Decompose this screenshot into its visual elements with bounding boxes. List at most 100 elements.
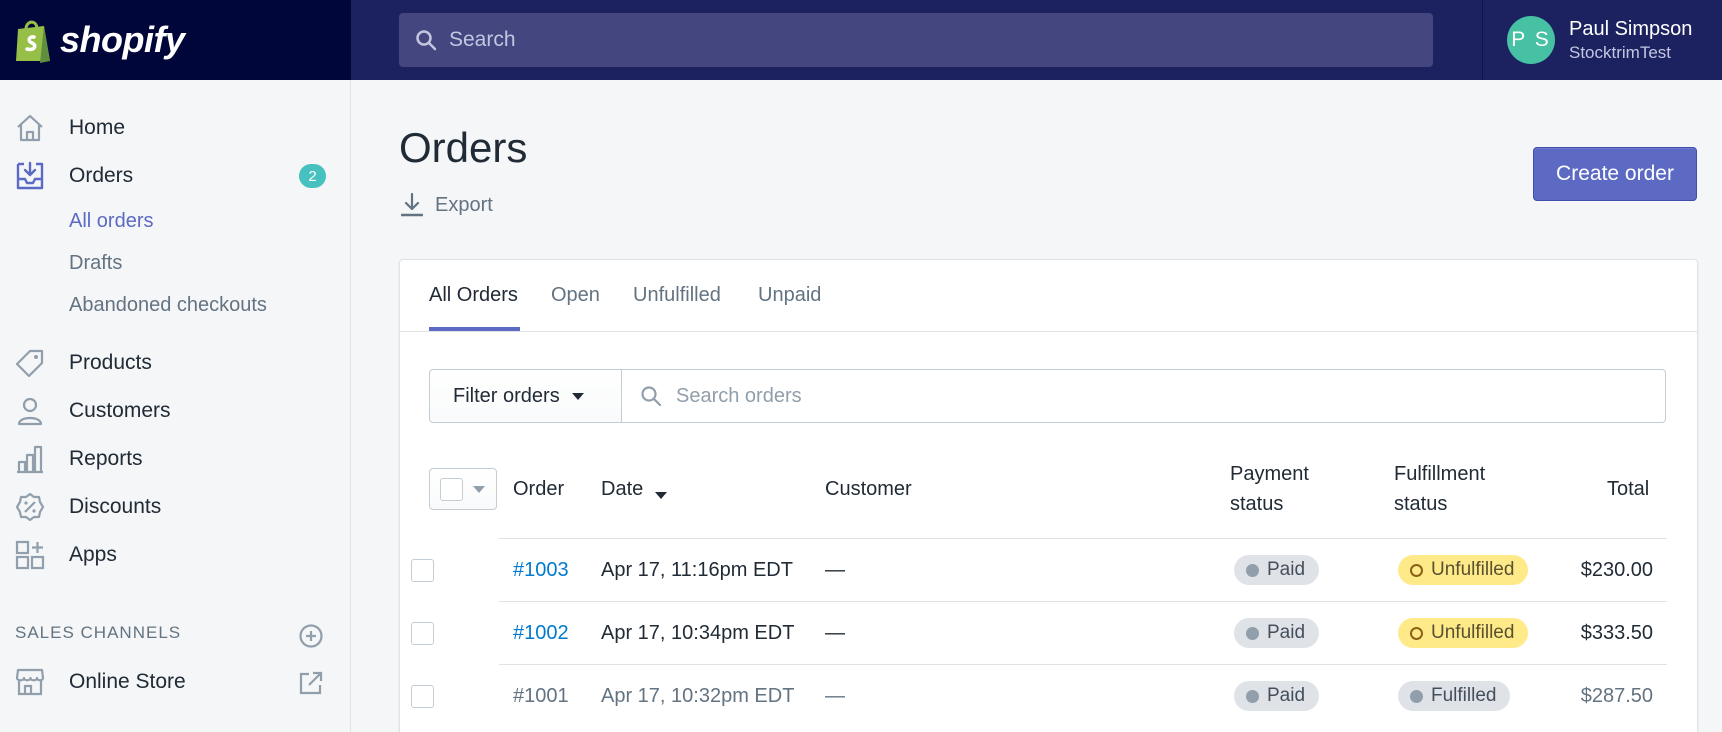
- shopify-bag-icon: [16, 20, 50, 63]
- sidebar-item-label: Orders: [69, 164, 134, 187]
- order-date: Apr 17, 11:16pm EDT: [601, 559, 793, 581]
- row-checkbox[interactable]: [411, 622, 434, 645]
- header-line: Fulfillment: [1394, 463, 1486, 485]
- order-total: $230.00: [1580, 559, 1653, 581]
- fulfillment-status-badge: Unfulfilled: [1398, 618, 1529, 648]
- export-button[interactable]: Export: [399, 192, 493, 218]
- tab-open[interactable]: Open: [551, 284, 600, 307]
- payment-status-badge: Paid: [1234, 618, 1320, 648]
- avatar: P S: [1507, 16, 1555, 64]
- sidebar-item-home[interactable]: Home: [0, 106, 351, 150]
- add-sales-channel-icon[interactable]: [298, 623, 324, 654]
- table-row[interactable]: #1001 Apr 17, 10:32pm EDT — Paid Fulfill…: [411, 664, 1667, 727]
- status-dot: [1246, 689, 1259, 703]
- order-customer: —: [825, 622, 845, 644]
- logo-text: shopify: [60, 19, 185, 60]
- person-icon: [14, 395, 46, 427]
- caret-down-icon: [473, 486, 485, 493]
- order-number-link[interactable]: #1002: [513, 622, 569, 645]
- shopify-logo[interactable]: shopify: [0, 0, 351, 80]
- fulfillment-status-badge: Unfulfilled: [1398, 555, 1529, 585]
- order-date: Apr 17, 10:34pm EDT: [601, 622, 795, 644]
- download-icon: [401, 192, 423, 217]
- order-customer: —: [825, 559, 845, 581]
- sidebar-subitem-abandoned-checkouts[interactable]: Abandoned checkouts: [69, 294, 267, 317]
- search-orders-input[interactable]: Search orders: [622, 369, 1666, 423]
- tab-all-orders[interactable]: All Orders: [429, 284, 518, 307]
- page-title: Orders: [399, 124, 528, 171]
- filter-row: Filter orders Search orders: [429, 369, 1666, 423]
- sidebar-subitem-all-orders[interactable]: All orders: [69, 210, 153, 233]
- bulk-select-button[interactable]: [429, 468, 497, 510]
- tag-icon: [14, 347, 46, 379]
- sidebar-item-apps[interactable]: Apps: [0, 533, 351, 577]
- order-date: Apr 17, 10:32pm EDT: [601, 685, 795, 707]
- header-line: status: [1394, 493, 1448, 515]
- column-header-payment-status: Payment status: [1230, 459, 1309, 519]
- discount-icon: [14, 491, 46, 523]
- apps-icon: [14, 539, 46, 571]
- sidebar-item-label: Apps: [69, 543, 117, 566]
- tabs-bar: All Orders Open Unfulfilled Unpaid: [400, 260, 1697, 332]
- sales-channels-title: SALES CHANNELS: [15, 623, 182, 642]
- search-icon: [641, 386, 662, 407]
- table-row[interactable]: #1002 Apr 17, 10:34pm EDT — Paid Unfulfi…: [411, 601, 1667, 664]
- payment-status-label: Paid: [1267, 622, 1306, 643]
- status-dot: [1246, 563, 1259, 577]
- top-bar: shopify Search P S Paul Simpson Stocktri…: [0, 0, 1722, 80]
- select-all-checkbox[interactable]: [440, 478, 463, 501]
- sidebar-item-discounts[interactable]: Discounts: [0, 485, 351, 529]
- payment-status-badge: Paid: [1234, 555, 1320, 585]
- status-dot: [1410, 563, 1423, 577]
- orders-icon: [14, 160, 46, 192]
- sidebar-item-reports[interactable]: Reports: [0, 437, 351, 481]
- status-dot: [1246, 626, 1259, 640]
- caret-down-icon: [571, 392, 584, 400]
- tab-unpaid[interactable]: Unpaid: [758, 284, 821, 307]
- sidebar-item-label: Reports: [69, 447, 143, 470]
- order-total: $287.50: [1580, 685, 1653, 707]
- sidebar-item-label: Customers: [69, 399, 171, 422]
- create-order-button[interactable]: Create order: [1533, 147, 1697, 201]
- sidebar-subitem-drafts[interactable]: Drafts: [69, 252, 122, 275]
- global-search-input[interactable]: Search: [399, 13, 1433, 67]
- payment-status-badge: Paid: [1234, 681, 1320, 711]
- store-name: StocktrimTest: [1569, 42, 1672, 62]
- sort-caret-icon: [655, 492, 667, 499]
- column-header-customer: Customer: [825, 478, 912, 500]
- external-link-icon[interactable]: [298, 670, 324, 701]
- sidebar-item-label: Online Store: [69, 670, 186, 693]
- orders-card: All Orders Open Unfulfilled Unpaid Filte…: [399, 259, 1698, 732]
- store-icon: [14, 666, 46, 698]
- sidebar-item-products[interactable]: Products: [0, 341, 351, 385]
- user-name: Paul Simpson: [1569, 17, 1693, 40]
- column-header-fulfillment-status: Fulfillment status: [1394, 459, 1485, 519]
- column-header-order: Order: [513, 478, 565, 500]
- fulfillment-status-label: Fulfilled: [1431, 685, 1497, 706]
- bar-chart-icon: [14, 443, 46, 475]
- header-line: status: [1230, 493, 1284, 515]
- user-menu[interactable]: P S Paul Simpson StocktrimTest: [1482, 0, 1722, 80]
- sidebar: Home Orders 2 All orders Drafts Abandone…: [0, 80, 351, 732]
- header-line: Payment: [1230, 463, 1309, 485]
- status-dot: [1410, 689, 1423, 703]
- search-icon: [416, 30, 437, 51]
- row-checkbox[interactable]: [411, 685, 434, 708]
- status-dot: [1410, 626, 1423, 640]
- order-customer: —: [825, 685, 845, 707]
- fulfillment-status-label: Unfulfilled: [1431, 559, 1515, 580]
- sidebar-item-orders[interactable]: Orders 2: [0, 154, 351, 198]
- column-header-date[interactable]: Date: [601, 474, 643, 504]
- tab-unfulfilled[interactable]: Unfulfilled: [633, 284, 721, 307]
- sidebar-item-customers[interactable]: Customers: [0, 389, 351, 433]
- order-number-link[interactable]: #1003: [513, 559, 569, 582]
- fulfillment-status-label: Unfulfilled: [1431, 622, 1515, 643]
- table-row[interactable]: #1003 Apr 17, 11:16pm EDT — Paid Unfulfi…: [411, 538, 1667, 601]
- export-label: Export: [435, 193, 493, 216]
- search-orders-placeholder: Search orders: [676, 384, 802, 407]
- fulfillment-status-badge: Fulfilled: [1398, 681, 1511, 711]
- row-checkbox[interactable]: [411, 559, 434, 582]
- order-number-link[interactable]: #1001: [513, 685, 569, 708]
- filter-orders-button[interactable]: Filter orders: [429, 369, 622, 423]
- filter-orders-label: Filter orders: [453, 384, 560, 407]
